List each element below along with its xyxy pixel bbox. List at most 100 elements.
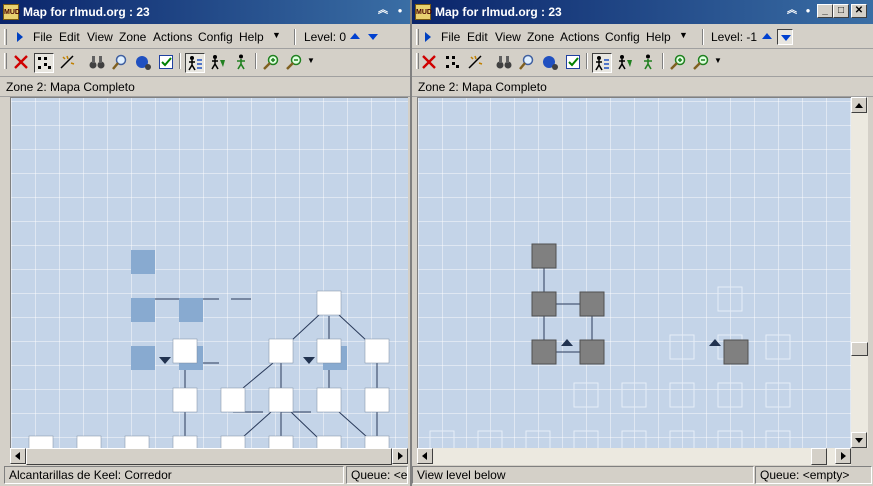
room[interactable] [76, 435, 102, 448]
room[interactable] [268, 435, 294, 448]
room[interactable] [316, 290, 342, 316]
menu-view[interactable]: View [87, 30, 113, 44]
menu-overflow-chevron-icon[interactable]: ▼ [272, 30, 281, 40]
room[interactable] [316, 338, 342, 364]
room-selected[interactable] [723, 339, 749, 365]
edit-path-icon[interactable] [466, 53, 486, 73]
rollup-icon[interactable]: ︽ [375, 4, 391, 18]
room[interactable] [28, 435, 54, 448]
room-ghost[interactable] [765, 382, 791, 408]
dropdown-icon[interactable]: ▼ [307, 56, 315, 65]
mud-app-icon[interactable]: MUD [415, 4, 432, 20]
room-selected[interactable] [531, 291, 557, 317]
select-rooms-icon[interactable] [34, 53, 54, 73]
room-other-level[interactable] [131, 250, 155, 274]
pin-icon[interactable]: ● [392, 4, 408, 18]
room-selected[interactable] [531, 339, 557, 365]
room-ghost[interactable] [573, 430, 599, 448]
room-ghost[interactable] [525, 430, 551, 448]
room-ghost[interactable] [669, 334, 695, 360]
menu-overflow-chevron-icon[interactable]: ▼ [679, 30, 688, 40]
find-icon[interactable] [110, 53, 130, 73]
find-icon[interactable] [517, 53, 537, 73]
menu-actions[interactable]: Actions [153, 30, 192, 44]
scroll-thumb[interactable] [811, 448, 827, 465]
room[interactable] [316, 387, 342, 413]
room-other-level[interactable] [179, 298, 203, 322]
map-canvas[interactable] [417, 97, 851, 448]
room[interactable] [268, 387, 294, 413]
menu-edit[interactable]: Edit [467, 30, 488, 44]
create-room-icon[interactable] [185, 53, 205, 73]
scroll-right-button[interactable] [835, 448, 851, 464]
binoculars-icon[interactable] [494, 53, 514, 73]
create-path-icon[interactable] [208, 53, 228, 73]
room[interactable] [124, 435, 150, 448]
menu-edit[interactable]: Edit [59, 30, 80, 44]
walk-icon[interactable] [638, 53, 658, 73]
room-other-level[interactable] [131, 346, 155, 370]
menu-grip[interactable] [4, 29, 7, 45]
checkbox-icon[interactable] [156, 53, 176, 73]
speedwalk-icon[interactable] [540, 53, 560, 73]
walk-icon[interactable] [231, 53, 251, 73]
title-bar[interactable]: MUD Map for rlmud.org : 23 ︽ ● [0, 0, 410, 24]
room[interactable] [172, 435, 198, 448]
level-up-button[interactable] [347, 29, 363, 45]
room[interactable] [172, 338, 198, 364]
speedwalk-icon[interactable] [133, 53, 153, 73]
select-rooms-icon[interactable] [442, 53, 462, 73]
room-selected[interactable] [531, 243, 557, 269]
checkbox-icon[interactable] [563, 53, 583, 73]
level-down-button[interactable] [365, 29, 381, 45]
room[interactable] [268, 338, 294, 364]
room-ghost[interactable] [669, 382, 695, 408]
menu-grip[interactable] [416, 29, 419, 45]
menu-file[interactable]: File [33, 30, 52, 44]
horizontal-scrollbar[interactable] [10, 448, 408, 465]
scroll-left-button[interactable] [417, 448, 433, 464]
room-ghost[interactable] [429, 430, 455, 448]
menu-zone[interactable]: Zone [119, 30, 146, 44]
scroll-thumb[interactable] [26, 448, 392, 465]
menu-view[interactable]: View [495, 30, 521, 44]
room-ghost[interactable] [717, 382, 743, 408]
minimize-icon[interactable]: _ [817, 4, 833, 18]
map-canvas[interactable] [10, 97, 408, 448]
room-ghost[interactable] [477, 430, 503, 448]
edit-path-icon[interactable] [58, 53, 78, 73]
room[interactable] [364, 338, 390, 364]
room-ghost[interactable] [621, 382, 647, 408]
maximize-icon[interactable]: □ [833, 4, 849, 18]
scroll-thumb[interactable] [851, 342, 868, 356]
pin-icon[interactable]: ● [800, 4, 816, 18]
room-ghost[interactable] [765, 430, 791, 448]
menu-config[interactable]: Config [198, 30, 233, 44]
scroll-right-button[interactable] [392, 448, 408, 464]
zoom-in-icon[interactable] [261, 53, 281, 73]
menu-help[interactable]: Help [239, 30, 264, 44]
dropdown-icon[interactable]: ▼ [714, 56, 722, 65]
zoom-in-icon[interactable] [668, 53, 688, 73]
level-up-button[interactable] [759, 29, 775, 45]
binoculars-icon[interactable] [87, 53, 107, 73]
room-ghost[interactable] [765, 334, 791, 360]
menu-config[interactable]: Config [605, 30, 640, 44]
create-room-icon[interactable] [592, 53, 612, 73]
room[interactable] [220, 387, 246, 413]
vertical-scrollbar[interactable] [851, 97, 868, 448]
room-other-level[interactable] [131, 298, 155, 322]
title-bar[interactable]: MUD Map for rlmud.org : 23 ︽ ● _ □ ✕ [412, 0, 873, 24]
level-down-button[interactable] [777, 29, 793, 45]
room-ghost[interactable] [573, 382, 599, 408]
delete-icon[interactable] [11, 53, 31, 73]
scroll-left-button[interactable] [10, 448, 26, 464]
scroll-up-button[interactable] [851, 97, 867, 113]
menu-zone[interactable]: Zone [527, 30, 554, 44]
room[interactable] [364, 435, 390, 448]
room[interactable] [316, 435, 342, 448]
create-path-icon[interactable] [615, 53, 635, 73]
room-ghost[interactable] [717, 430, 743, 448]
menu-file[interactable]: File [441, 30, 460, 44]
room[interactable] [172, 387, 198, 413]
